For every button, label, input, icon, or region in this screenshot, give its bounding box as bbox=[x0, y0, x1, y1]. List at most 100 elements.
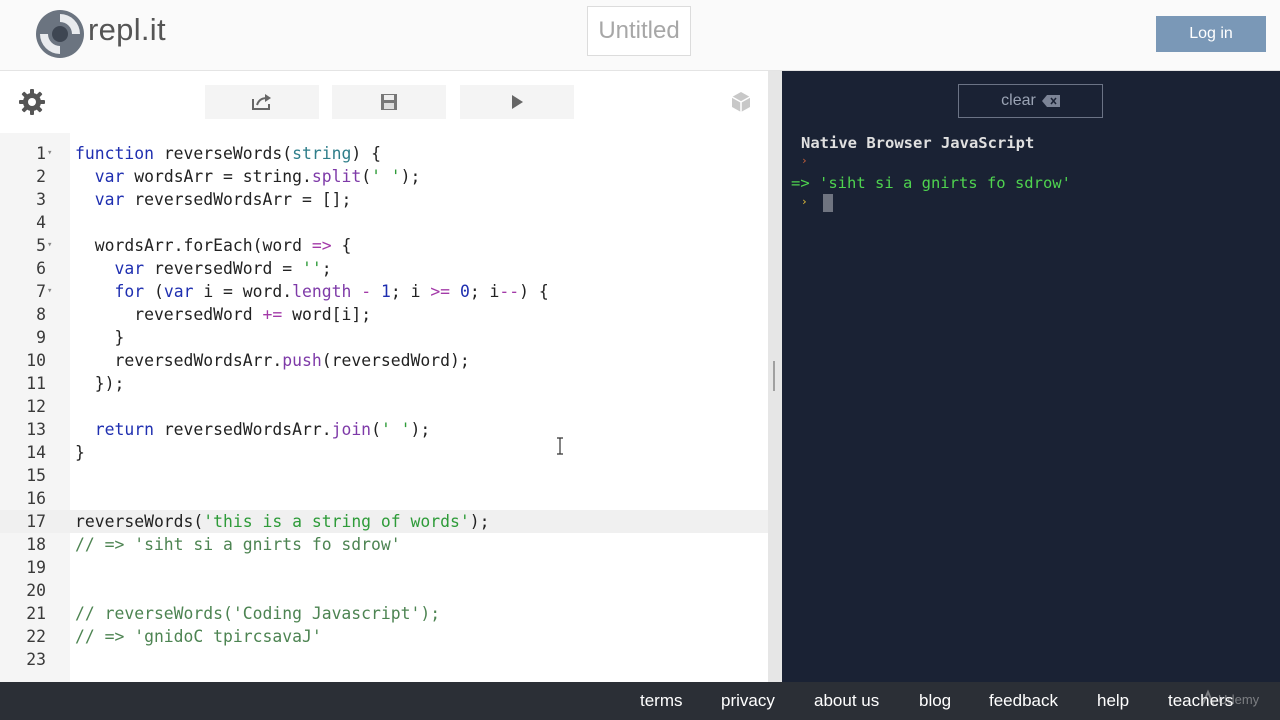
code-line[interactable]: 19 bbox=[0, 556, 768, 579]
code-line[interactable]: 10 reversedWordsArr.push(reversedWord); bbox=[0, 349, 768, 372]
line-number: 3 bbox=[36, 190, 46, 209]
cube-icon[interactable] bbox=[730, 91, 752, 113]
code-text[interactable]: } bbox=[75, 441, 85, 464]
fold-arrow-icon[interactable]: ▾ bbox=[47, 234, 57, 257]
line-number: 9 bbox=[36, 328, 46, 347]
pane-divider[interactable] bbox=[768, 71, 782, 682]
code-text[interactable]: var wordsArr = string.split(' '); bbox=[75, 165, 421, 188]
code-line[interactable]: 11 }); bbox=[0, 372, 768, 395]
line-number: 19 bbox=[26, 558, 46, 577]
project-title[interactable]: Untitled bbox=[587, 6, 691, 56]
code-line[interactable]: 22 // => 'gnidoC tpircsavaJ' bbox=[0, 625, 768, 648]
text-cursor-icon bbox=[557, 437, 563, 455]
footer-link-about[interactable]: about us bbox=[814, 691, 879, 711]
code-line[interactable]: 23 bbox=[0, 648, 768, 671]
console-result: => 'siht si a gnirts fo sdrow' bbox=[791, 174, 1071, 192]
save-button[interactable] bbox=[332, 85, 446, 119]
svg-text:Udemy: Udemy bbox=[1218, 692, 1260, 707]
fold-arrow-icon[interactable]: ▾ bbox=[47, 280, 57, 303]
line-number: 7 bbox=[36, 282, 46, 301]
code-text[interactable]: for (var i = word.length - 1; i >= 0; i-… bbox=[75, 280, 548, 303]
code-text[interactable]: var reversedWordsArr = []; bbox=[75, 188, 352, 211]
code-line[interactable]: 18 // => 'siht si a gnirts fo sdrow' bbox=[0, 533, 768, 556]
backspace-icon bbox=[1041, 95, 1060, 107]
code-text[interactable]: } bbox=[75, 326, 124, 349]
top-header: repl.it Untitled Log in bbox=[0, 0, 1280, 71]
code-line[interactable]: 21 // reverseWords('Coding Javascript'); bbox=[0, 602, 768, 625]
code-line[interactable]: 15 bbox=[0, 464, 768, 487]
console-input-prompt-icon: › bbox=[801, 195, 808, 208]
line-number: 2 bbox=[36, 167, 46, 186]
line-number: 11 bbox=[26, 374, 46, 393]
code-text[interactable]: return reversedWordsArr.join(' '); bbox=[75, 418, 431, 441]
code-text[interactable]: // => 'siht si a gnirts fo sdrow' bbox=[75, 533, 401, 556]
clear-button[interactable]: clear bbox=[958, 84, 1103, 118]
gear-icon[interactable] bbox=[18, 88, 46, 116]
footer-bar: terms privacy about us blog feedback hel… bbox=[0, 682, 1280, 720]
replit-logo-icon[interactable] bbox=[34, 8, 86, 60]
line-number: 14 bbox=[26, 443, 46, 462]
code-line[interactable]: 2 var wordsArr = string.split(' '); bbox=[0, 165, 768, 188]
line-number: 21 bbox=[26, 604, 46, 623]
console-prompt-icon: › bbox=[801, 154, 808, 167]
line-number: 8 bbox=[36, 305, 46, 324]
line-number: 4 bbox=[36, 213, 46, 232]
footer-link-privacy[interactable]: privacy bbox=[721, 691, 775, 711]
line-number: 17 bbox=[26, 512, 46, 531]
code-line[interactable]: 13 return reversedWordsArr.join(' '); bbox=[0, 418, 768, 441]
code-text[interactable]: var reversedWord = ''; bbox=[75, 257, 331, 280]
line-number: 23 bbox=[26, 650, 46, 669]
code-line[interactable]: 1 ▾ function reverseWords(string) { bbox=[0, 142, 768, 165]
line-number: 16 bbox=[26, 489, 46, 508]
footer-link-help[interactable]: help bbox=[1097, 691, 1129, 711]
code-line[interactable]: 8 reversedWord += word[i]; bbox=[0, 303, 768, 326]
share-button[interactable] bbox=[205, 85, 319, 119]
code-text[interactable]: reverseWords('this is a string of words'… bbox=[75, 510, 489, 533]
line-number: 5 bbox=[36, 236, 46, 255]
line-number: 13 bbox=[26, 420, 46, 439]
run-button[interactable] bbox=[460, 85, 574, 119]
code-text[interactable]: function reverseWords(string) { bbox=[75, 142, 381, 165]
resize-handle[interactable] bbox=[773, 361, 775, 391]
fold-arrow-icon[interactable]: ▾ bbox=[47, 142, 57, 165]
code-text[interactable]: // reverseWords('Coding Javascript'); bbox=[75, 602, 440, 625]
code-line[interactable]: 17 reverseWords('this is a string of word… bbox=[0, 510, 768, 533]
line-number: 1 bbox=[36, 144, 46, 163]
code-line[interactable]: 4 bbox=[0, 211, 768, 234]
line-number: 12 bbox=[26, 397, 46, 416]
line-number: 20 bbox=[26, 581, 46, 600]
code-line[interactable]: 14} bbox=[0, 441, 768, 464]
editor-toolbar bbox=[0, 71, 768, 133]
code-line[interactable]: 6 var reversedWord = ''; bbox=[0, 257, 768, 280]
udemy-watermark: Udemy bbox=[1201, 689, 1260, 707]
save-icon bbox=[381, 94, 397, 110]
code-line[interactable]: 16 bbox=[0, 487, 768, 510]
play-icon bbox=[512, 95, 523, 109]
line-number: 10 bbox=[26, 351, 46, 370]
code-line[interactable]: 9 } bbox=[0, 326, 768, 349]
console-caret[interactable] bbox=[823, 194, 833, 212]
login-button[interactable]: Log in bbox=[1156, 16, 1266, 52]
line-number: 18 bbox=[26, 535, 46, 554]
line-number: 22 bbox=[26, 627, 46, 646]
footer-link-feedback[interactable]: feedback bbox=[989, 691, 1058, 711]
code-text[interactable]: }); bbox=[75, 372, 125, 395]
line-number: 15 bbox=[26, 466, 46, 485]
code-line[interactable]: 3 var reversedWordsArr = []; bbox=[0, 188, 768, 211]
code-text[interactable]: reversedWord += word[i]; bbox=[75, 303, 371, 326]
code-line[interactable]: 12 bbox=[0, 395, 768, 418]
footer-link-blog[interactable]: blog bbox=[919, 691, 951, 711]
console-header: Native Browser JavaScript bbox=[801, 134, 1035, 152]
code-line[interactable]: 7 ▾ for (var i = word.length - 1; i >= 0;… bbox=[0, 280, 768, 303]
code-line[interactable]: 20 bbox=[0, 579, 768, 602]
footer-link-terms[interactable]: terms bbox=[640, 691, 683, 711]
clear-label: clear bbox=[1001, 92, 1036, 109]
code-line[interactable]: 5 ▾ wordsArr.forEach(word => { bbox=[0, 234, 768, 257]
code-text[interactable]: // => 'gnidoC tpircsavaJ' bbox=[75, 625, 322, 648]
console-pane[interactable]: clear Native Browser JavaScript › => 'si… bbox=[782, 71, 1280, 682]
code-editor-pane: 1 ▾ function reverseWords(string) {2 var w… bbox=[0, 71, 768, 682]
code-text[interactable]: reversedWordsArr.push(reversedWord); bbox=[75, 349, 469, 372]
code-text[interactable]: wordsArr.forEach(word => { bbox=[75, 234, 352, 257]
code-area[interactable]: 1 ▾ function reverseWords(string) {2 var w… bbox=[0, 133, 768, 682]
logo-text[interactable]: repl.it bbox=[88, 12, 166, 48]
